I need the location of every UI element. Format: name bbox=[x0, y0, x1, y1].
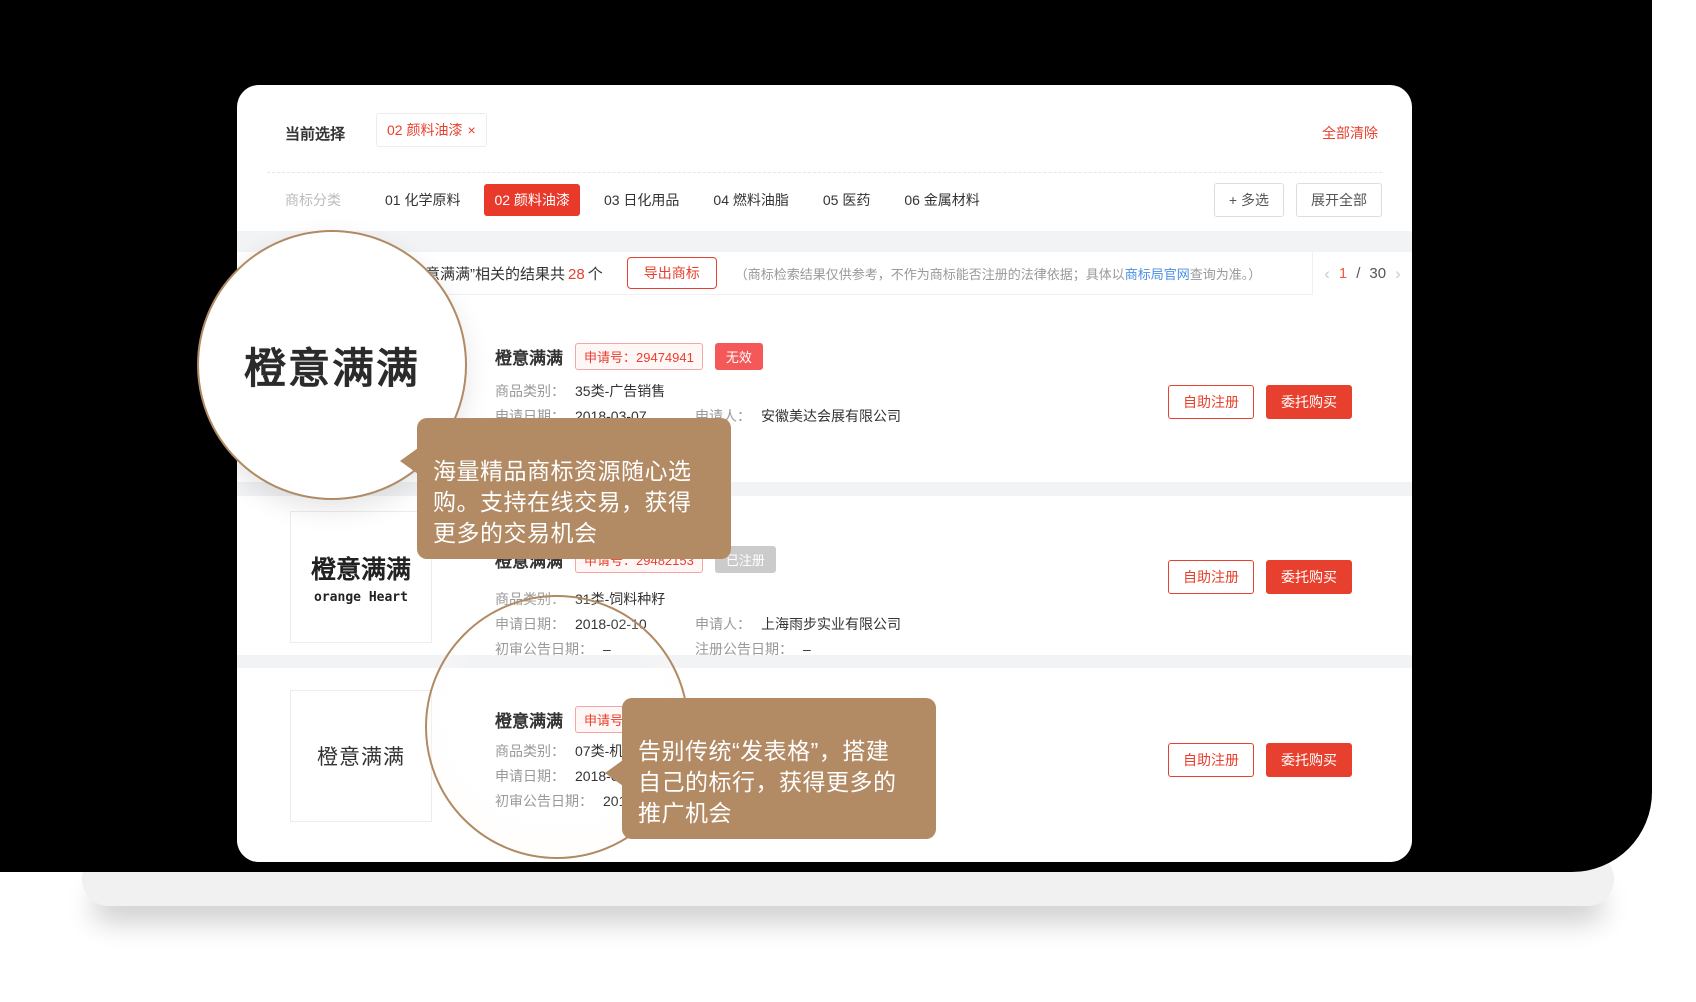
trademark-name: 橙意满满 bbox=[495, 344, 563, 369]
trademark-image-subtext: orange Heart bbox=[314, 590, 408, 605]
page-separator: / bbox=[1356, 265, 1360, 282]
clear-all-link[interactable]: 全部清除 bbox=[1322, 123, 1378, 143]
callout-text: 告别传统“发表格”，搭建 自己的标行，获得更多的 推广机会 bbox=[638, 738, 897, 826]
trademark-image-text: 橙意满满 bbox=[317, 741, 405, 771]
row-header: 橙意满满 申请号：29474941 无效 bbox=[495, 343, 763, 370]
trademark-image: 橙意满满 bbox=[290, 690, 432, 822]
export-trademarks-button[interactable]: 导出商标 bbox=[627, 257, 717, 289]
application-number: 29474941 bbox=[636, 350, 694, 365]
entrust-purchase-button[interactable]: 委托购买 bbox=[1266, 385, 1352, 419]
field-col2: 注册公告日期：– bbox=[695, 639, 811, 659]
callout-text: 海量精品商标资源随心选 购。支持在线交易，获得 更多的交易机会 bbox=[433, 458, 692, 546]
next-page-icon[interactable]: › bbox=[1395, 264, 1401, 284]
dashed-divider bbox=[267, 172, 1382, 173]
field-value: 35类-广告销售 bbox=[575, 381, 665, 401]
result-row-2: 橙意满满 orange Heart 橙意满满 申请号：29482153 已注册 … bbox=[237, 496, 1412, 655]
self-register-button[interactable]: 自助注册 bbox=[1168, 385, 1254, 419]
multi-select-button[interactable]: + 多选 bbox=[1214, 183, 1284, 217]
trademark-office-link[interactable]: 商标局官网 bbox=[1125, 267, 1190, 282]
trademark-image: 橙意满满 orange Heart bbox=[290, 511, 432, 643]
category-item-02-active[interactable]: 02 颜料油漆 bbox=[484, 184, 579, 216]
row-actions: 自助注册 委托购买 bbox=[1168, 743, 1352, 777]
callout-build-shop: 告别传统“发表格”，搭建 自己的标行，获得更多的 推广机会 bbox=[622, 698, 936, 839]
category-row: 商标分类 01 化学原料 02 颜料油漆 03 日化用品 04 燃料油脂 05 … bbox=[285, 183, 1382, 217]
total-pages: 30 bbox=[1369, 265, 1386, 282]
self-register-button[interactable]: 自助注册 bbox=[1168, 560, 1254, 594]
current-selection-label: 当前选择 bbox=[285, 123, 345, 144]
self-register-button[interactable]: 自助注册 bbox=[1168, 743, 1254, 777]
row-actions: 自助注册 委托购买 bbox=[1168, 560, 1352, 594]
row-gap bbox=[237, 482, 1412, 496]
chip-close-icon[interactable]: × bbox=[467, 122, 475, 138]
callout-trade-resources: 海量精品商标资源随心选 购。支持在线交易，获得 更多的交易机会 bbox=[417, 418, 731, 559]
field-line: 商品类别： 35类-广告销售 bbox=[495, 378, 665, 403]
category-label: 商标分类 bbox=[285, 190, 341, 210]
screenshot-stage: 当前选择 02 颜料油漆 × 全部清除 商标分类 01 化学原料 02 颜料油漆 … bbox=[0, 0, 1696, 1002]
field-value: 上海雨步实业有限公司 bbox=[761, 614, 901, 634]
field-label: 注册公告日期： bbox=[695, 639, 793, 659]
row-actions: 自助注册 委托购买 bbox=[1168, 385, 1352, 419]
entrust-purchase-button[interactable]: 委托购买 bbox=[1266, 560, 1352, 594]
field-value: – bbox=[803, 641, 811, 657]
row-gap bbox=[237, 655, 1412, 668]
disclaimer-text: （商标检索结果仅供参考，不作为商标能否注册的法律依据；具体以商标局官网查询为准。… bbox=[735, 264, 1262, 283]
application-number-tag: 申请号：29474941 bbox=[575, 343, 703, 370]
callout-arrow-icon bbox=[400, 448, 418, 474]
trademark-image-text: 橙意满满 bbox=[311, 550, 411, 586]
category-item-04[interactable]: 04 燃料油脂 bbox=[703, 184, 798, 216]
category-item-01[interactable]: 01 化学原料 bbox=[375, 184, 470, 216]
entrust-purchase-button[interactable]: 委托购买 bbox=[1266, 743, 1352, 777]
current-page: 1 bbox=[1339, 265, 1347, 282]
section-gap bbox=[237, 231, 1412, 252]
disclaimer-post: 查询为准。） bbox=[1190, 267, 1262, 282]
field-value: 安徽美达会展有限公司 bbox=[761, 406, 901, 426]
field-col2: 申请人： 上海雨步实业有限公司 bbox=[695, 614, 901, 634]
magnified-trademark-text: 橙意满满 bbox=[244, 335, 420, 396]
results-summary-suffix: 个 bbox=[588, 266, 603, 283]
selected-filter-chip-label: 02 颜料油漆 bbox=[387, 122, 462, 138]
expand-all-button[interactable]: 展开全部 bbox=[1296, 183, 1382, 217]
field-label: 申请人： bbox=[695, 614, 751, 634]
category-item-05[interactable]: 05 医药 bbox=[813, 184, 880, 216]
prev-page-icon[interactable]: ‹ bbox=[1324, 264, 1330, 284]
callout-arrow-icon bbox=[605, 760, 623, 786]
selected-filter-chip[interactable]: 02 颜料油漆 × bbox=[376, 113, 487, 147]
category-item-03[interactable]: 03 日化用品 bbox=[594, 184, 689, 216]
application-number-label: 申请号： bbox=[584, 350, 636, 365]
status-badge: 无效 bbox=[715, 343, 763, 370]
field-label: 商品类别： bbox=[495, 381, 565, 401]
category-item-06[interactable]: 06 金属材料 bbox=[894, 184, 989, 216]
disclaimer-pre: （商标检索结果仅供参考，不作为商标能否注册的法律依据；具体以 bbox=[735, 267, 1125, 282]
results-count: 28 bbox=[568, 266, 585, 283]
pagination: ‹ 1 / 30 › bbox=[1312, 252, 1412, 295]
